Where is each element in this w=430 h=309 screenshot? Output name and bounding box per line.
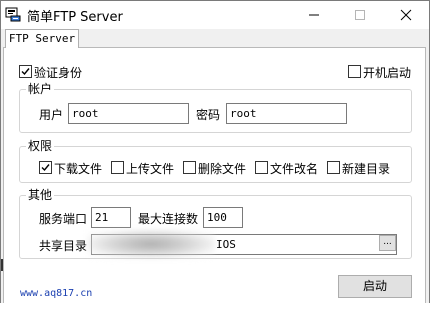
start-button[interactable]: 启动: [338, 275, 412, 298]
close-icon: [400, 9, 412, 21]
share-dir-label: 共享目录: [39, 239, 88, 253]
window-title: 简单FTP Server: [27, 10, 123, 25]
max-connections-input[interactable]: 100: [203, 207, 243, 228]
auth-label: 验证身份: [34, 66, 83, 80]
perm-delete-label: 删除文件: [198, 162, 247, 176]
minimize-icon: [309, 14, 319, 16]
close-button[interactable]: [383, 1, 429, 29]
title-bar[interactable]: 简单FTP Server: [1, 1, 429, 29]
perm-rename-label: 文件改名: [270, 162, 319, 176]
other-legend: 其他: [28, 188, 53, 202]
perm-upload-label: 上传文件: [126, 162, 175, 176]
browse-button[interactable]: ...: [379, 235, 396, 251]
ftp-app-icon: [5, 6, 21, 22]
website-link[interactable]: www.aq817.cn: [20, 288, 92, 299]
account-legend: 帐户: [28, 82, 53, 96]
max-connections-label: 最大连接数: [138, 212, 199, 226]
perm-delete-checkbox[interactable]: [183, 161, 196, 174]
checkmark-icon: [21, 68, 30, 76]
minimize-button[interactable]: [291, 1, 337, 29]
background-strip: [0, 303, 430, 309]
user-label: 用户: [39, 108, 64, 122]
permissions-legend: 权限: [28, 139, 53, 153]
autostart-label: 开机启动: [363, 66, 412, 80]
perm-mkdir-label: 新建目录: [342, 162, 391, 176]
perm-download-checkbox[interactable]: [39, 161, 52, 174]
maximize-icon: [355, 10, 365, 20]
redaction-blur: [87, 230, 215, 258]
username-input[interactable]: root: [68, 103, 189, 124]
password-label: 密码: [196, 108, 221, 122]
port-input[interactable]: 21: [91, 207, 131, 228]
tab-ftp-server[interactable]: FTP Server: [5, 29, 79, 48]
autostart-checkbox[interactable]: [348, 65, 361, 78]
edge-artifact: [1, 259, 3, 271]
perm-upload-checkbox[interactable]: [111, 161, 124, 174]
auth-checkbox[interactable]: [19, 65, 32, 78]
perm-mkdir-checkbox[interactable]: [327, 161, 340, 174]
port-label: 服务端口: [39, 212, 88, 226]
password-input[interactable]: root: [226, 103, 347, 124]
perm-download-label: 下载文件: [54, 162, 103, 176]
checkmark-icon: [41, 164, 50, 172]
perm-rename-checkbox[interactable]: [255, 161, 268, 174]
app-window: 简单FTP Server FTP Server 验证身份 开机启动 帐户 用户 …: [0, 0, 430, 309]
maximize-button[interactable]: [337, 1, 383, 29]
